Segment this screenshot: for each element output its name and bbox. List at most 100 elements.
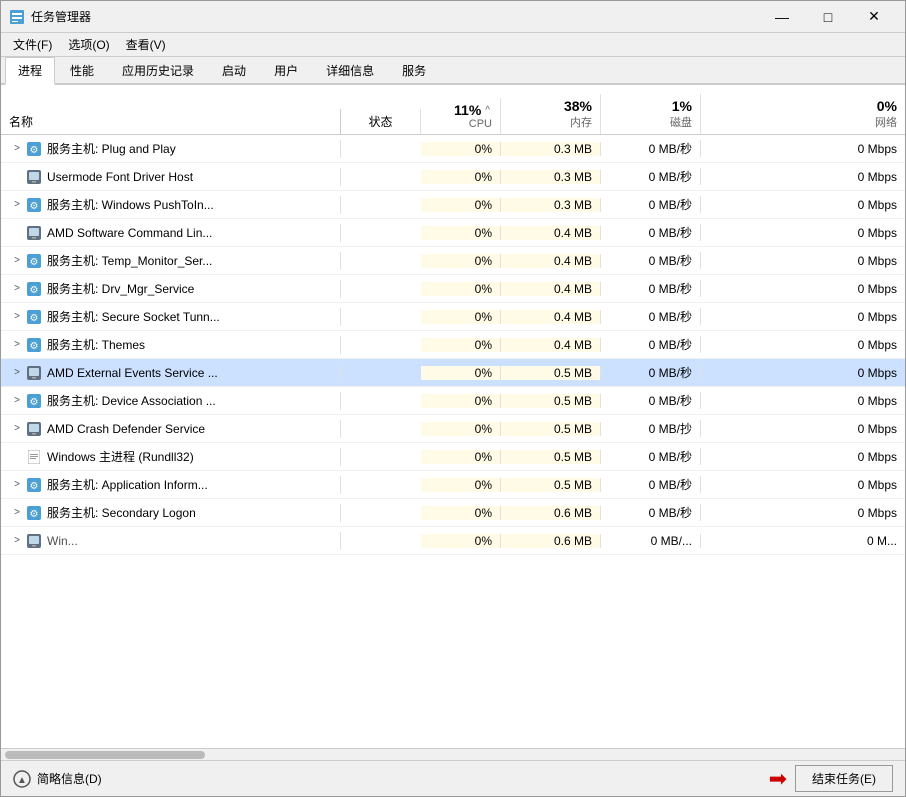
horizontal-scrollbar[interactable] [1, 748, 905, 760]
scrollbar-x-thumb[interactable] [5, 751, 205, 759]
row-cpu: 0% [421, 534, 501, 548]
row-expand[interactable]: > [9, 141, 25, 157]
row-expand[interactable] [9, 169, 25, 185]
info-icon: ▲ [13, 770, 31, 788]
row-mem: 0.4 MB [501, 282, 601, 296]
col-disk-header[interactable]: 1% 磁盘 [601, 94, 701, 134]
row-net: 0 Mbps [701, 282, 905, 296]
table-row[interactable]: > ⚙ 服务主机: Temp_Monitor_Ser...0%0.4 MB0 M… [1, 247, 905, 275]
row-process-name: 服务主机: Drv_Mgr_Service [47, 280, 194, 297]
row-process-icon [25, 420, 43, 438]
row-net: 0 Mbps [701, 310, 905, 324]
menu-file[interactable]: 文件(F) [5, 34, 60, 55]
row-net: 0 Mbps [701, 506, 905, 520]
row-expand[interactable] [9, 225, 25, 241]
row-process-name: Windows 主进程 (Rundll32) [47, 448, 194, 465]
svg-text:⚙: ⚙ [30, 341, 39, 352]
arrow-icon: ➡ [769, 768, 787, 790]
col-mem-pct: 38% [564, 98, 592, 114]
table-row[interactable]: > ⚙ 服务主机: Plug and Play0%0.3 MB0 MB/秒0 M… [1, 135, 905, 163]
row-expand[interactable]: > [9, 477, 25, 493]
close-button[interactable]: ✕ [851, 1, 897, 33]
table-row[interactable]: > AMD External Events Service ...0%0.5 M… [1, 359, 905, 387]
col-name-header[interactable]: 名称 [1, 109, 341, 134]
tab-startup[interactable]: 启动 [209, 57, 259, 83]
menu-view[interactable]: 查看(V) [118, 34, 174, 55]
row-process-icon: ⚙ [25, 392, 43, 410]
minimize-button[interactable]: — [759, 1, 805, 33]
col-net-header[interactable]: 0% 网络 [701, 94, 905, 134]
row-cpu: 0% [421, 310, 501, 324]
row-expand[interactable]: > [9, 533, 25, 549]
table-row[interactable]: > Win...0%0.6 MB0 MB/...0 M... [1, 527, 905, 555]
table-row[interactable]: > ⚙ 服务主机: Device Association ...0%0.5 MB… [1, 387, 905, 415]
row-cpu: 0% [421, 170, 501, 184]
row-net: 0 Mbps [701, 478, 905, 492]
svg-text:⚙: ⚙ [30, 145, 39, 156]
tab-processes[interactable]: 进程 [5, 57, 55, 85]
brief-info-label[interactable]: 简略信息(D) [37, 770, 102, 787]
tab-app-history[interactable]: 应用历史记录 [109, 57, 207, 83]
row-cpu: 0% [421, 338, 501, 352]
end-task-button[interactable]: 结束任务(E) [795, 765, 893, 792]
table-row[interactable]: AMD Software Command Lin...0%0.4 MB0 MB/… [1, 219, 905, 247]
col-status-header[interactable]: 状态 [341, 109, 421, 134]
table-row[interactable]: > ⚙ 服务主机: Themes0%0.4 MB0 MB/秒0 Mbps [1, 331, 905, 359]
row-process-name: 服务主机: Themes [47, 336, 145, 353]
row-net: 0 Mbps [701, 254, 905, 268]
row-process-name: 服务主机: Plug and Play [47, 140, 176, 157]
col-cpu-pct: 11% [454, 102, 481, 118]
table-row[interactable]: > ⚙ 服务主机: Windows PushToIn...0%0.3 MB0 M… [1, 191, 905, 219]
tab-details[interactable]: 详细信息 [313, 57, 387, 83]
row-process-name: 服务主机: Temp_Monitor_Ser... [47, 252, 212, 269]
row-cpu: 0% [421, 226, 501, 240]
row-expand[interactable]: > [9, 337, 25, 353]
row-process-icon [25, 168, 43, 186]
row-expand[interactable]: > [9, 393, 25, 409]
tab-performance[interactable]: 性能 [57, 57, 107, 83]
row-expand[interactable]: > [9, 197, 25, 213]
row-expand[interactable] [9, 449, 25, 465]
table-row[interactable]: > ⚙ 服务主机: Secure Socket Tunn...0%0.4 MB0… [1, 303, 905, 331]
row-expand[interactable]: > [9, 421, 25, 437]
table-row[interactable]: > AMD Crash Defender Service0%0.5 MB0 MB… [1, 415, 905, 443]
col-net-label: 网络 [875, 114, 897, 130]
table-row[interactable]: > ⚙ 服务主机: Secondary Logon0%0.6 MB0 MB/秒0… [1, 499, 905, 527]
app-icon [9, 9, 25, 25]
svg-text:▲: ▲ [17, 775, 27, 786]
row-mem: 0.4 MB [501, 254, 601, 268]
row-expand[interactable]: > [9, 253, 25, 269]
row-expand[interactable]: > [9, 281, 25, 297]
row-process-name: 服务主机: Secondary Logon [47, 504, 196, 521]
row-mem: 0.4 MB [501, 310, 601, 324]
row-process-icon: ⚙ [25, 196, 43, 214]
row-expand[interactable]: > [9, 365, 25, 381]
row-process-icon: ⚙ [25, 504, 43, 522]
svg-text:⚙: ⚙ [30, 509, 39, 520]
svg-text:⚙: ⚙ [30, 313, 39, 324]
svg-text:⚙: ⚙ [30, 285, 39, 296]
row-mem: 0.4 MB [501, 338, 601, 352]
row-disk: 0 MB/抄 [601, 420, 701, 437]
table-row[interactable]: Windows 主进程 (Rundll32)0%0.5 MB0 MB/秒0 Mb… [1, 443, 905, 471]
tab-users[interactable]: 用户 [261, 57, 311, 83]
col-mem-header[interactable]: 38% 内存 [501, 94, 601, 134]
menu-options[interactable]: 选项(O) [60, 34, 117, 55]
row-process-icon [25, 224, 43, 242]
maximize-button[interactable]: □ [805, 1, 851, 33]
tab-services[interactable]: 服务 [389, 57, 439, 83]
col-cpu-sort: ^ [485, 105, 490, 116]
row-expand[interactable]: > [9, 505, 25, 521]
table-row[interactable]: > ⚙ 服务主机: Application Inform...0%0.5 MB0… [1, 471, 905, 499]
row-cpu: 0% [421, 282, 501, 296]
svg-text:⚙: ⚙ [30, 201, 39, 212]
row-mem: 0.5 MB [501, 366, 601, 380]
table-row[interactable]: > ⚙ 服务主机: Drv_Mgr_Service0%0.4 MB0 MB/秒0… [1, 275, 905, 303]
row-disk: 0 MB/秒 [601, 476, 701, 493]
col-cpu-label: CPU [469, 118, 492, 130]
row-expand[interactable]: > [9, 309, 25, 325]
col-cpu-header[interactable]: 11% ^ CPU [421, 98, 501, 134]
row-net: 0 Mbps [701, 422, 905, 436]
col-disk-label: 磁盘 [670, 114, 692, 130]
table-row[interactable]: Usermode Font Driver Host0%0.3 MB0 MB/秒0… [1, 163, 905, 191]
